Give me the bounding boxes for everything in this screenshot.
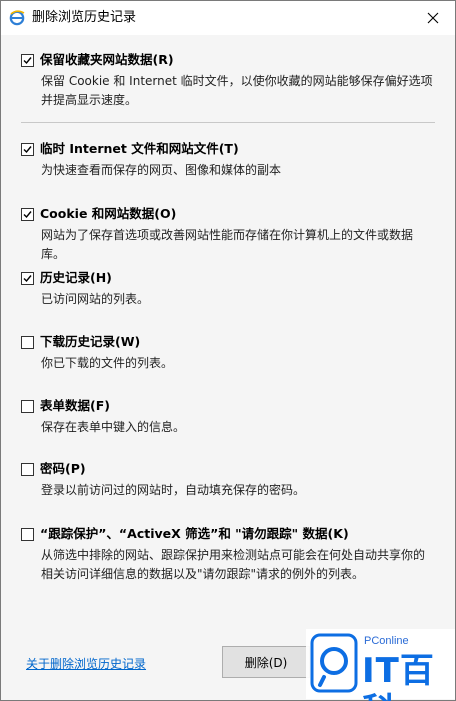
- option-cookies: Cookie 和网站数据(O) 网站为了保存首选项或改善网站性能而存储在你计算机…: [21, 205, 441, 264]
- option-label[interactable]: 保留收藏夹网站数据(R): [40, 51, 174, 69]
- option-description: 网站为了保存首选项或改善网站性能而存储在你计算机上的文件或数据库。: [41, 228, 414, 261]
- checkbox-preserve-favorites[interactable]: [21, 53, 34, 67]
- option-download-history: 下载历史记录(W) 你已下载的文件的列表。: [21, 333, 441, 373]
- pconline-logo-icon: [310, 633, 358, 697]
- option-description: 为快速查看而保存的网页、图像和媒体的副本: [41, 163, 282, 177]
- title-bar: 删除浏览历史记录: [1, 1, 455, 35]
- option-label[interactable]: Cookie 和网站数据(O): [40, 205, 176, 223]
- option-label[interactable]: 历史记录(H): [40, 269, 112, 287]
- checkbox-cookies[interactable]: [21, 207, 34, 221]
- option-label[interactable]: 密码(P): [40, 460, 86, 478]
- watermark-title: IT百科: [362, 651, 435, 701]
- close-button[interactable]: [411, 1, 455, 35]
- pconline-watermark: PConline IT百科: [306, 629, 455, 701]
- checkbox-passwords[interactable]: [21, 462, 34, 476]
- option-description: 保留 Cookie 和 Internet 临时文件，以使你收藏的网站能够保存偏好…: [41, 74, 433, 107]
- option-preserve-favorites: 保留收藏夹网站数据(R) 保留 Cookie 和 Internet 临时文件，以…: [21, 51, 441, 110]
- checkbox-form-data[interactable]: [21, 399, 34, 413]
- option-passwords: 密码(P) 登录以前访问过的网站时，自动填充保存的密码。: [21, 460, 441, 500]
- option-description: 保存在表单中键入的信息。: [41, 420, 186, 434]
- option-form-data: 表单数据(F) 保存在表单中键入的信息。: [21, 397, 441, 437]
- checkmark-icon: [23, 56, 32, 64]
- option-description: 已访问网站的列表。: [41, 292, 150, 306]
- dialog-title: 删除浏览历史记录: [32, 10, 137, 25]
- delete-button[interactable]: 删除(D): [222, 646, 310, 678]
- checkmark-icon: [23, 274, 32, 282]
- option-description: 你已下载的文件的列表。: [41, 356, 174, 370]
- option-history: 历史记录(H) 已访问网站的列表。: [21, 269, 441, 309]
- about-delete-history-link[interactable]: 关于删除浏览历史记录: [26, 655, 146, 672]
- separator: [21, 122, 435, 123]
- internet-explorer-icon: [9, 10, 25, 26]
- delete-browsing-history-dialog: 删除浏览历史记录 保留收藏夹网站数据(R) 保留 Cookie 和 Intern…: [0, 0, 456, 701]
- checkbox-download-history[interactable]: [21, 335, 34, 349]
- option-label[interactable]: “跟踪保护”、“ActiveX 筛选”和 "请勿跟踪" 数据(K): [40, 525, 349, 543]
- checkmark-icon: [23, 145, 32, 153]
- option-label[interactable]: 下载历史记录(W): [40, 333, 140, 351]
- checkmark-icon: [23, 210, 32, 218]
- checkbox-history[interactable]: [21, 271, 34, 285]
- option-tracking-protection: “跟踪保护”、“ActiveX 筛选”和 "请勿跟踪" 数据(K) 从筛选中排除…: [21, 525, 441, 584]
- checkbox-temp-internet-files[interactable]: [21, 142, 34, 156]
- option-description: 从筛选中排除的网站、跟踪保护用来检测站点可能会在何处自动共享你的相关访问详细信息…: [41, 548, 426, 581]
- checkbox-tracking-protection[interactable]: [21, 527, 34, 541]
- option-label[interactable]: 临时 Internet 文件和网站文件(T): [40, 140, 239, 158]
- close-icon: [427, 12, 439, 24]
- option-temp-internet-files: 临时 Internet 文件和网站文件(T) 为快速查看而保存的网页、图像和媒体…: [21, 140, 441, 180]
- option-label[interactable]: 表单数据(F): [40, 397, 110, 415]
- watermark-brand: PConline: [364, 635, 409, 647]
- option-description: 登录以前访问过的网站时，自动填充保存的密码。: [41, 483, 306, 497]
